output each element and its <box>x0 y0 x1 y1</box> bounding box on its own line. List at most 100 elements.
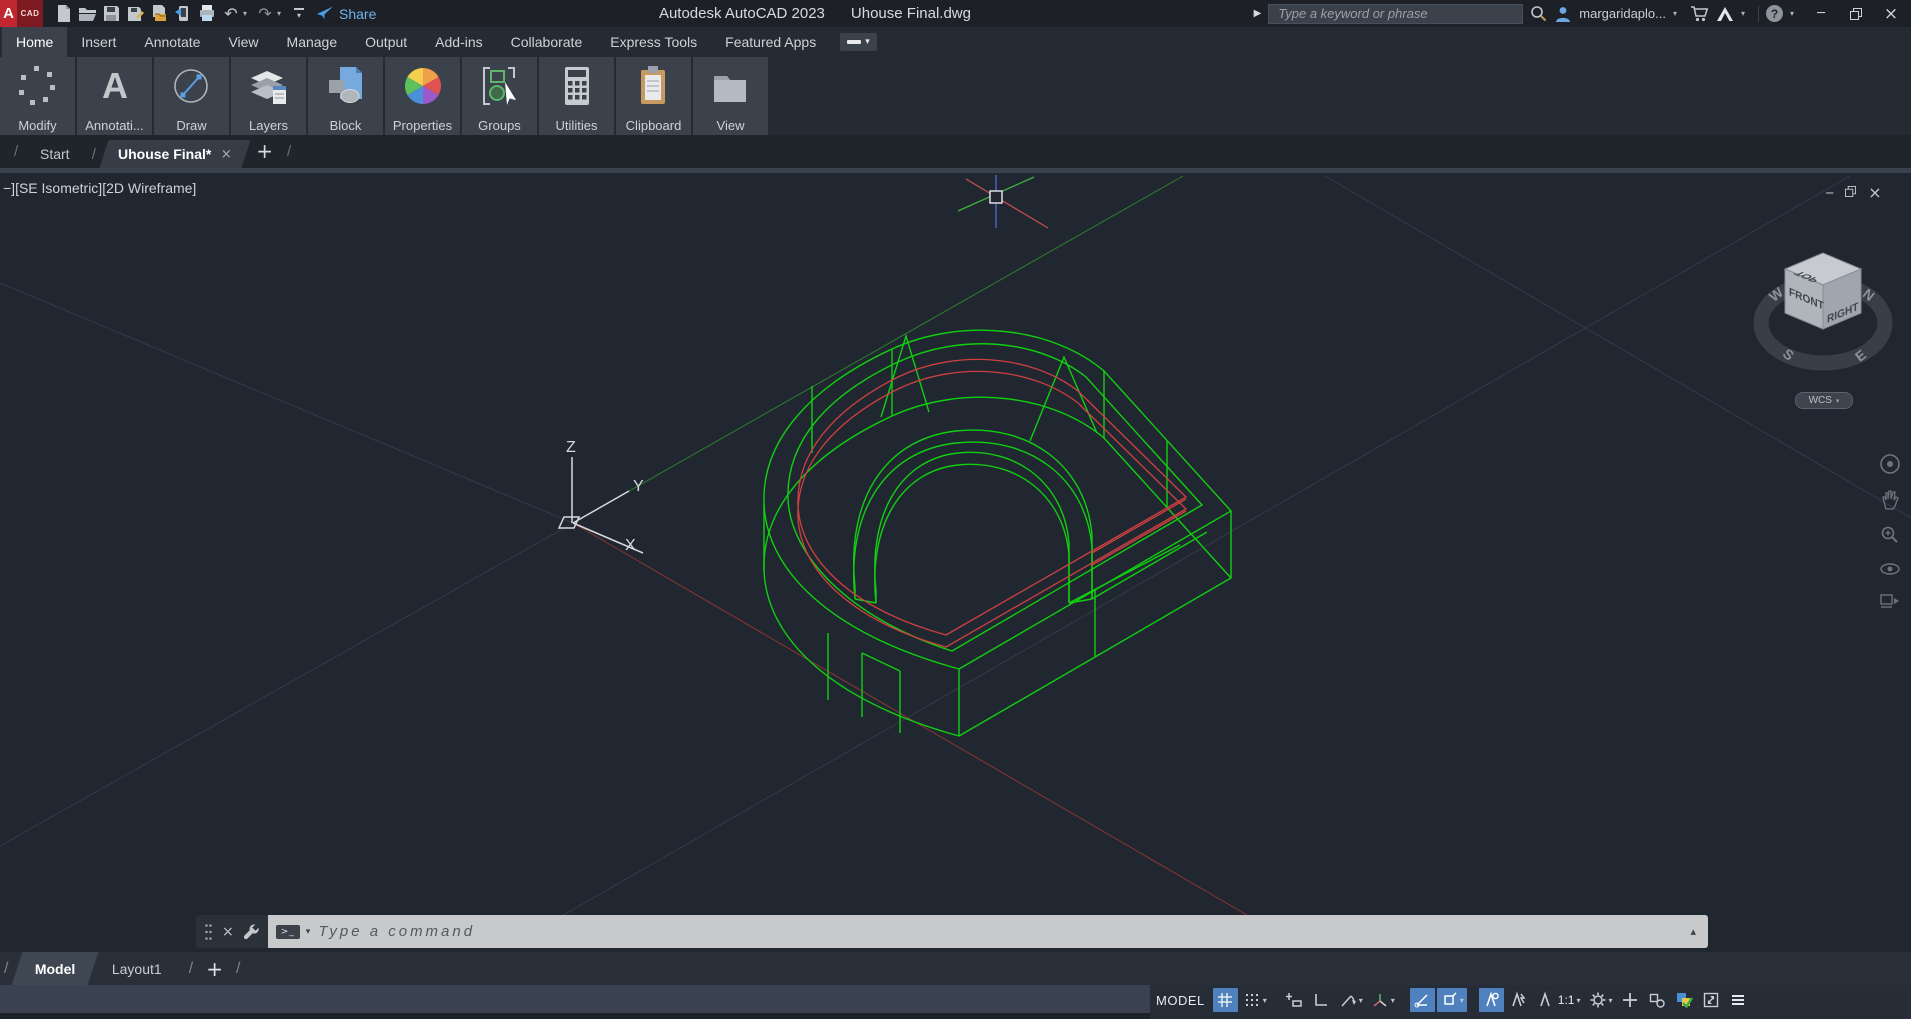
save-icon[interactable] <box>99 2 123 26</box>
search-input[interactable] <box>1276 5 1515 22</box>
grid-icon[interactable] <box>1213 988 1238 1012</box>
orbit-icon[interactable] <box>1879 559 1901 579</box>
file-tab-close-icon[interactable]: × <box>221 147 232 162</box>
ribbon-panel-view[interactable]: View <box>693 57 768 135</box>
command-input[interactable] <box>316 922 1684 941</box>
wcs-menu-button[interactable]: WCS ▾ <box>1795 392 1853 409</box>
showmotion-icon[interactable] <box>1880 593 1900 611</box>
ribbon-tab-insert[interactable]: Insert <box>67 27 130 57</box>
isolate-objects-icon[interactable] <box>1645 988 1670 1012</box>
drawing-canvas[interactable]: Z Y X −][SE Isometric][2D Wireframe] ─ ×… <box>0 168 1911 952</box>
layout-tab-model[interactable]: Model <box>12 952 99 985</box>
command-bar-drag-handle[interactable] <box>204 923 213 941</box>
redo-dropdown-icon[interactable]: ▾ <box>277 9 287 18</box>
new-layout-button[interactable]: + <box>206 957 223 981</box>
command-history-arrow-icon[interactable]: ▴ <box>1690 925 1700 938</box>
ribbon-tab-home[interactable]: Home <box>2 27 67 57</box>
graphics-performance-icon[interactable] <box>1672 988 1697 1012</box>
ribbon-panel-draw[interactable]: Draw <box>154 57 229 135</box>
full-navigation-wheel-icon[interactable] <box>1879 453 1901 475</box>
viewport-controls-label[interactable]: −][SE Isometric][2D Wireframe] <box>3 180 196 196</box>
snap-caret-icon[interactable]: ▾ <box>1263 996 1267 1005</box>
undo-dropdown-icon[interactable]: ▾ <box>243 9 253 18</box>
pan-hand-icon[interactable] <box>1880 489 1900 511</box>
autodesk-logo-icon[interactable] <box>1716 6 1734 22</box>
ribbon-tab-add-ins[interactable]: Add-ins <box>421 27 496 57</box>
osnap-caret-icon[interactable]: ▾ <box>1460 996 1464 1005</box>
cart-icon[interactable] <box>1690 5 1709 22</box>
ribbon-panel-utilities[interactable]: Utilities <box>539 57 614 135</box>
save-as-icon[interactable] <box>123 2 147 26</box>
new-drawing-tab-button[interactable]: + <box>256 139 273 163</box>
ribbon-tab-output[interactable]: Output <box>351 27 421 57</box>
command-bar-close-icon[interactable]: × <box>222 924 234 940</box>
annotation-scale-icon[interactable]: 1:1▾ <box>1533 988 1584 1012</box>
help-dropdown-icon[interactable]: ▾ <box>1790 9 1800 18</box>
search-icon[interactable] <box>1530 5 1547 22</box>
minimize-button[interactable]: ─ <box>1807 0 1835 27</box>
user-name[interactable]: margaridaplo... <box>1579 6 1666 21</box>
ribbon-tab-manage[interactable]: Manage <box>273 27 352 57</box>
autoscale-icon[interactable] <box>1506 988 1531 1012</box>
ribbon-collapse-button[interactable]: ▾ <box>840 33 877 51</box>
restore-button[interactable] <box>1842 0 1870 27</box>
command-prompt-icon[interactable]: >_ <box>276 925 300 939</box>
close-button[interactable]: × <box>1877 0 1905 27</box>
qat-customize-button[interactable]: ▾ <box>287 2 311 26</box>
ortho-icon[interactable] <box>1309 988 1334 1012</box>
ribbon-tab-collaborate[interactable]: Collaborate <box>497 27 597 57</box>
ribbon-tab-annotate[interactable]: Annotate <box>130 27 214 57</box>
workspace-icon[interactable]: ▾ <box>1586 988 1616 1012</box>
help-search-box[interactable] <box>1268 4 1523 24</box>
isodraft-icon[interactable]: ▾ <box>1368 988 1398 1012</box>
command-input-area[interactable]: >_ ▾ ▴ <box>268 915 1708 948</box>
ribbon-panel-groups[interactable]: Groups <box>462 57 537 135</box>
polar-tracking-icon[interactable]: ▾ <box>1336 988 1366 1012</box>
new-file-icon[interactable] <box>51 2 75 26</box>
autodesk-dropdown-icon[interactable]: ▾ <box>1741 9 1751 18</box>
search-collapse-icon[interactable]: ▶ <box>1254 8 1262 19</box>
ribbon-panel-layers[interactable]: Layers <box>231 57 306 135</box>
viewport-minimize-icon[interactable]: ─ <box>1826 186 1833 200</box>
command-bar-customize-wrench-icon[interactable] <box>243 923 260 940</box>
viewport-close-icon[interactable]: × <box>1868 183 1881 202</box>
undo-button[interactable]: ↶ <box>219 2 243 26</box>
zoom-icon[interactable] <box>1880 525 1900 545</box>
ribbon-panel-annotati[interactable]: AAnnotati... <box>77 57 152 135</box>
share-button[interactable]: Share <box>317 6 376 22</box>
ribbon-tab-featured-apps[interactable]: Featured Apps <box>711 27 830 57</box>
isodraft-caret-icon[interactable]: ▾ <box>1391 996 1395 1005</box>
autocad-app-menu[interactable]: A CAD <box>0 0 43 27</box>
user-avatar-icon[interactable] <box>1554 5 1572 23</box>
help-icon[interactable]: ? <box>1766 5 1783 22</box>
ribbon-panel-modify[interactable]: Modify <box>0 57 75 135</box>
redo-button[interactable]: ↷ <box>253 2 277 26</box>
annotation-scale-caret-icon[interactable]: ▾ <box>1576 996 1580 1005</box>
model-space-button[interactable]: MODEL <box>1156 993 1205 1008</box>
save-all-icon[interactable] <box>147 2 171 26</box>
ribbon-tab-express-tools[interactable]: Express Tools <box>596 27 711 57</box>
annotation-visibility-icon[interactable] <box>1479 988 1504 1012</box>
layout-tab-layout1[interactable]: Layout1 <box>89 952 186 985</box>
workspace-caret-icon[interactable]: ▾ <box>1609 996 1613 1005</box>
user-dropdown-icon[interactable]: ▾ <box>1673 9 1683 18</box>
polar-tracking-caret-icon[interactable]: ▾ <box>1359 996 1363 1005</box>
crosshair-plus-icon[interactable] <box>1618 988 1643 1012</box>
ribbon-panel-clipboard[interactable]: Clipboard <box>616 57 691 135</box>
osnap-icon[interactable]: ▾ <box>1437 988 1467 1012</box>
file-tab-uhouse-final-[interactable]: Uhouse Final*× <box>99 140 250 168</box>
open-file-icon[interactable] <box>75 2 99 26</box>
ribbon-tab-view[interactable]: View <box>214 27 272 57</box>
command-prompt-caret-icon[interactable]: ▾ <box>306 927 311 937</box>
viewcube[interactable]: W N S E TOP FRONT RIGHT <box>1748 235 1900 385</box>
file-tab-start[interactable]: Start <box>22 140 89 168</box>
ribbon-panel-block[interactable]: Block <box>308 57 383 135</box>
mobile-share-icon[interactable] <box>171 2 195 26</box>
ribbon-panel-properties[interactable]: Properties <box>385 57 460 135</box>
snap-icon[interactable]: ▾ <box>1240 988 1270 1012</box>
osnap-tracking-icon[interactable] <box>1410 988 1435 1012</box>
viewport-restore-icon[interactable] <box>1845 186 1856 200</box>
dynamic-input-icon[interactable] <box>1282 988 1307 1012</box>
plot-icon[interactable] <box>195 2 219 26</box>
customization-menu-icon[interactable] <box>1726 988 1751 1012</box>
